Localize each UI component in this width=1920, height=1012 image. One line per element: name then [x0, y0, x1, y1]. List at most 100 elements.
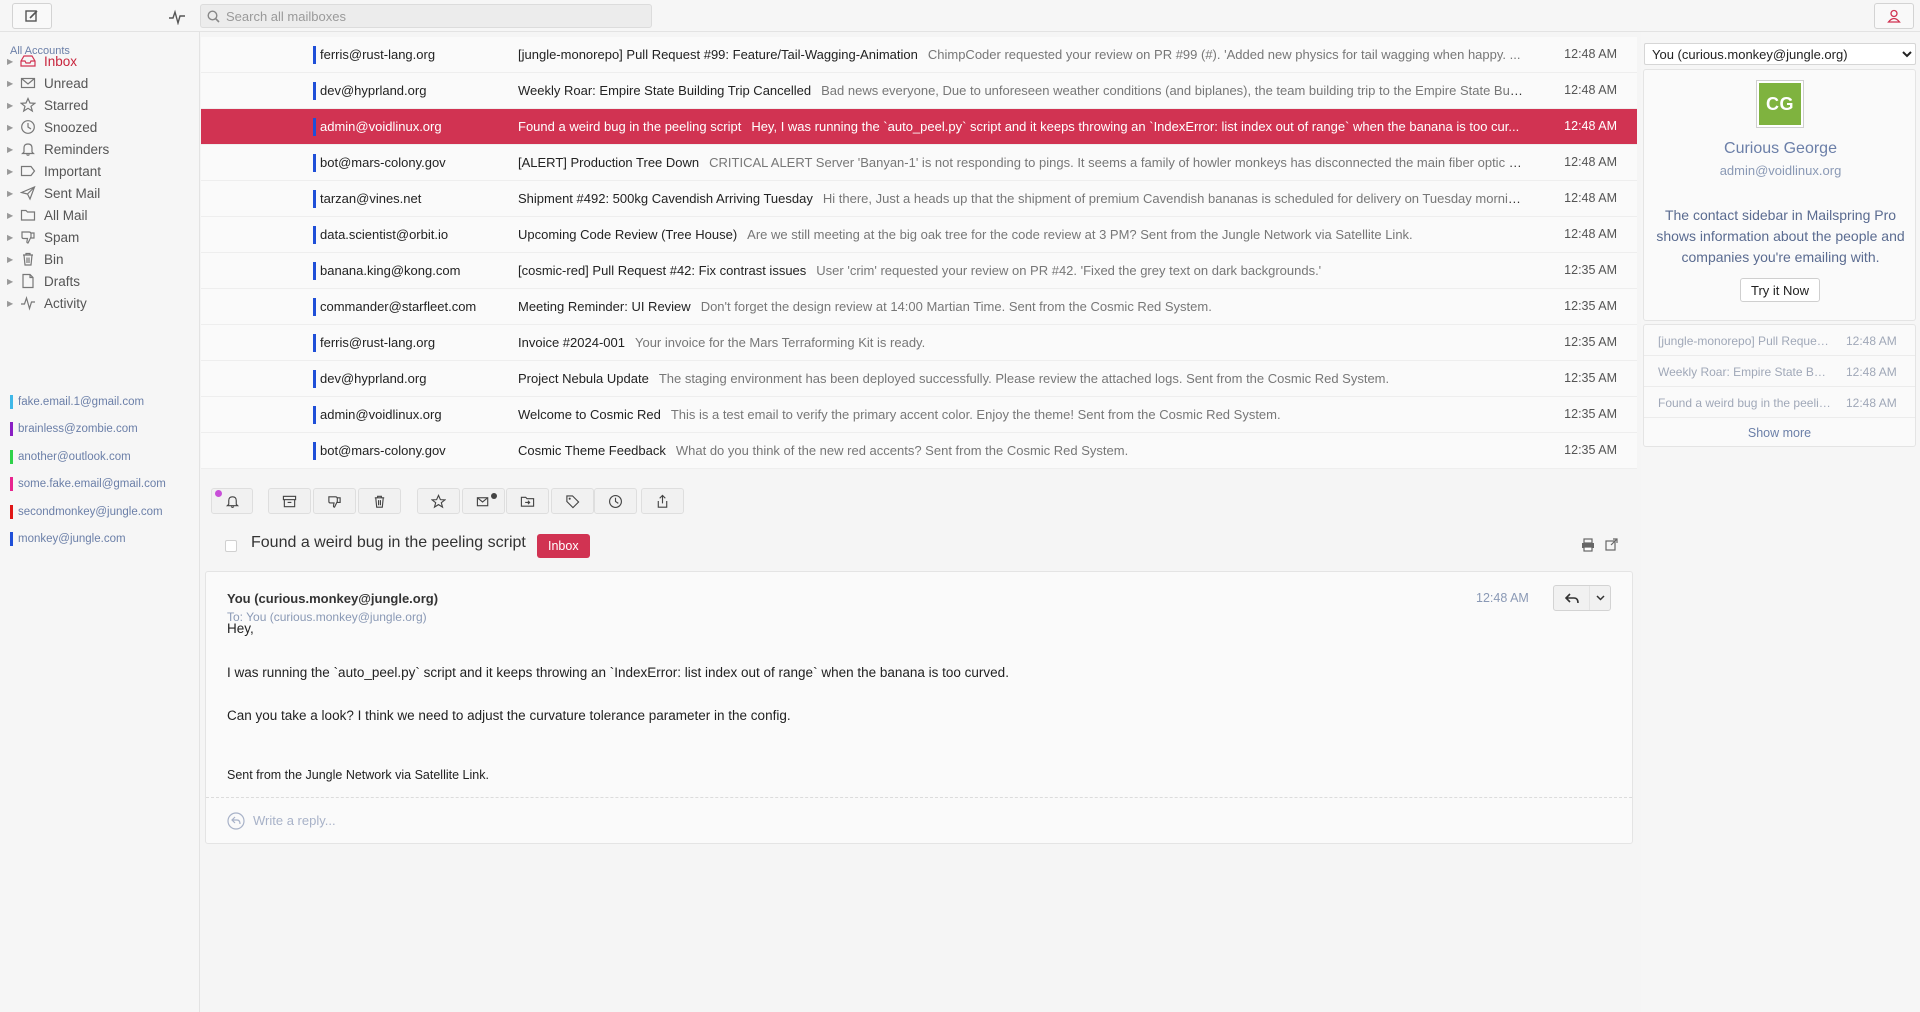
- message-row[interactable]: bot@mars-colony.gov [ALERT] Production Tr…: [201, 145, 1637, 181]
- sidebar-account-item[interactable]: monkey@jungle.com: [10, 530, 126, 548]
- message-sender: dev@hyprland.org: [320, 83, 427, 98]
- expand-arrow-icon[interactable]: ▶: [7, 189, 17, 198]
- sender-account-bar: [313, 442, 316, 460]
- popout-icon[interactable]: [1605, 538, 1618, 551]
- sender-account-bar: [313, 334, 316, 352]
- message-snippet: What do you think of the new red accents…: [675, 443, 1129, 458]
- message-time: 12:48 AM: [1564, 155, 1617, 169]
- message-row[interactable]: ferris@rust-lang.org [jungle-monorepo] Pu…: [201, 37, 1637, 73]
- archive-button[interactable]: [268, 488, 311, 514]
- reply-options-button[interactable]: [1590, 586, 1610, 610]
- sidebar-item-inbox[interactable]: ▶ Inbox: [0, 50, 199, 72]
- account-button[interactable]: [1874, 3, 1914, 29]
- notification-dot: [491, 493, 497, 499]
- draft-icon: [20, 273, 36, 289]
- sidebar-item-sent-mail[interactable]: ▶ Sent Mail: [0, 182, 199, 204]
- reminder-button[interactable]: [211, 488, 253, 514]
- sidebar-account-item[interactable]: another@outlook.com: [10, 448, 131, 466]
- expand-arrow-icon[interactable]: ▶: [7, 255, 17, 264]
- star-button[interactable]: [417, 488, 460, 514]
- sender-account-bar: [313, 118, 316, 136]
- message-from[interactable]: You (curious.monkey@jungle.org): [227, 591, 438, 606]
- print-icon[interactable]: [1581, 538, 1595, 552]
- sidebar-item-spam[interactable]: ▶ Spam: [0, 226, 199, 248]
- sidebar-item-important[interactable]: ▶ Important: [0, 160, 199, 182]
- sidebar-item-activity[interactable]: ▶ Activity: [0, 292, 199, 314]
- related-thread-item[interactable]: Found a weird bug in the peeling script 1…: [1644, 387, 1915, 418]
- try-it-now-button[interactable]: Try it Now: [1740, 278, 1820, 302]
- sidebar-account-item[interactable]: fake.email.1@gmail.com: [10, 393, 144, 411]
- related-thread-item[interactable]: [jungle-monorepo] Pull Request #99: Feat…: [1644, 325, 1915, 356]
- expand-arrow-icon[interactable]: ▶: [7, 123, 17, 132]
- account-color-bar: [10, 422, 13, 437]
- folder-label-badge[interactable]: Inbox: [537, 534, 590, 558]
- message-row[interactable]: admin@voidlinux.org Found a weird bug in …: [201, 109, 1637, 145]
- sidebar-item-all-mail[interactable]: ▶ All Mail: [0, 204, 199, 226]
- thread-checkbox[interactable]: [225, 540, 237, 552]
- sidebar-item-reminders[interactable]: ▶ Reminders: [0, 138, 199, 160]
- sidebar-item-starred[interactable]: ▶ Starred: [0, 94, 199, 116]
- message-row[interactable]: dev@hyprland.org Project Nebula Update The…: [201, 361, 1637, 397]
- message-to[interactable]: To: You (curious.monkey@jungle.org): [227, 610, 427, 624]
- share-button[interactable]: [641, 488, 684, 514]
- message-summary: [ALERT] Production Tree Down CRITICAL ALE…: [518, 155, 1524, 170]
- message-row[interactable]: bot@mars-colony.gov Cosmic Theme Feedback…: [201, 433, 1637, 469]
- reply-button[interactable]: [1554, 586, 1590, 610]
- contact-selector[interactable]: You (curious.monkey@jungle.org): [1644, 43, 1916, 65]
- expand-arrow-icon[interactable]: ▶: [7, 233, 17, 242]
- folder-icon: [20, 207, 36, 223]
- expand-arrow-icon[interactable]: ▶: [7, 101, 17, 110]
- quick-reply-area[interactable]: [206, 797, 1632, 843]
- sidebar-item-drafts[interactable]: ▶ Drafts: [0, 270, 199, 292]
- trash-button[interactable]: [358, 488, 401, 514]
- search-box[interactable]: [200, 4, 652, 28]
- message-snippet: Hey, I was running the `auto_peel.py` sc…: [751, 119, 1520, 134]
- expand-arrow-icon[interactable]: ▶: [7, 299, 17, 308]
- share-icon: [655, 494, 670, 509]
- mark-unread-button[interactable]: [462, 488, 505, 514]
- message-subject: [jungle-monorepo] Pull Request #99: Feat…: [518, 47, 918, 62]
- message-row[interactable]: ferris@rust-lang.org Invoice #2024-001 You…: [201, 325, 1637, 361]
- message-summary: [jungle-monorepo] Pull Request #99: Feat…: [518, 47, 1524, 62]
- sidebar-item-snoozed[interactable]: ▶ Snoozed: [0, 116, 199, 138]
- expand-arrow-icon[interactable]: ▶: [7, 145, 17, 154]
- message-row[interactable]: data.scientist@orbit.io Upcoming Code Rev…: [201, 217, 1637, 253]
- bell-icon: [20, 141, 36, 157]
- sidebar-account-item[interactable]: secondmonkey@jungle.com: [10, 503, 163, 521]
- spam-button[interactable]: [313, 488, 356, 514]
- expand-arrow-icon[interactable]: ▶: [7, 167, 17, 176]
- message-time: 12:48 AM: [1564, 227, 1617, 241]
- message-sender: banana.king@kong.com: [320, 263, 461, 278]
- account-color-bar: [10, 477, 13, 492]
- search-input[interactable]: [226, 8, 636, 24]
- message-time: 12:35 AM: [1564, 443, 1617, 457]
- activity-icon[interactable]: [168, 9, 186, 25]
- message-row[interactable]: dev@hyprland.org Weekly Roar: Empire Stat…: [201, 73, 1637, 109]
- sender-account-bar: [313, 370, 316, 388]
- expand-arrow-icon[interactable]: ▶: [7, 57, 17, 66]
- move-folder-button[interactable]: [506, 488, 549, 514]
- sidebar-item-unread[interactable]: ▶ Unread: [0, 72, 199, 94]
- sidebar-account-item[interactable]: some.fake.email@gmail.com: [10, 475, 166, 493]
- top-toolbar: [0, 0, 1920, 32]
- related-thread-subject: Found a weird bug in the peeling script: [1658, 396, 1832, 410]
- message-row[interactable]: commander@starfleet.com Meeting Reminder:…: [201, 289, 1637, 325]
- expand-arrow-icon[interactable]: ▶: [7, 211, 17, 220]
- sidebar-account-item[interactable]: brainless@zombie.com: [10, 420, 138, 438]
- related-thread-item[interactable]: Weekly Roar: Empire State Building Trip …: [1644, 356, 1915, 387]
- sender-account-bar: [313, 298, 316, 316]
- quick-reply-input[interactable]: [253, 813, 853, 828]
- compose-button[interactable]: [12, 3, 52, 29]
- message-time: 12:35 AM: [1564, 299, 1617, 313]
- expand-arrow-icon[interactable]: ▶: [7, 277, 17, 286]
- message-row[interactable]: banana.king@kong.com [cosmic-red] Pull Re…: [201, 253, 1637, 289]
- sidebar-item-label: Activity: [44, 295, 87, 311]
- message-row[interactable]: tarzan@vines.net Shipment #492: 500kg Cav…: [201, 181, 1637, 217]
- label-button[interactable]: [551, 488, 594, 514]
- snooze-button[interactable]: [594, 488, 637, 514]
- message-row[interactable]: admin@voidlinux.org Welcome to Cosmic Red…: [201, 397, 1637, 433]
- expand-arrow-icon[interactable]: ▶: [7, 79, 17, 88]
- show-more-link[interactable]: Show more: [1644, 426, 1915, 440]
- contact-email[interactable]: admin@voidlinux.org: [1644, 163, 1917, 178]
- sidebar-item-bin[interactable]: ▶ Bin: [0, 248, 199, 270]
